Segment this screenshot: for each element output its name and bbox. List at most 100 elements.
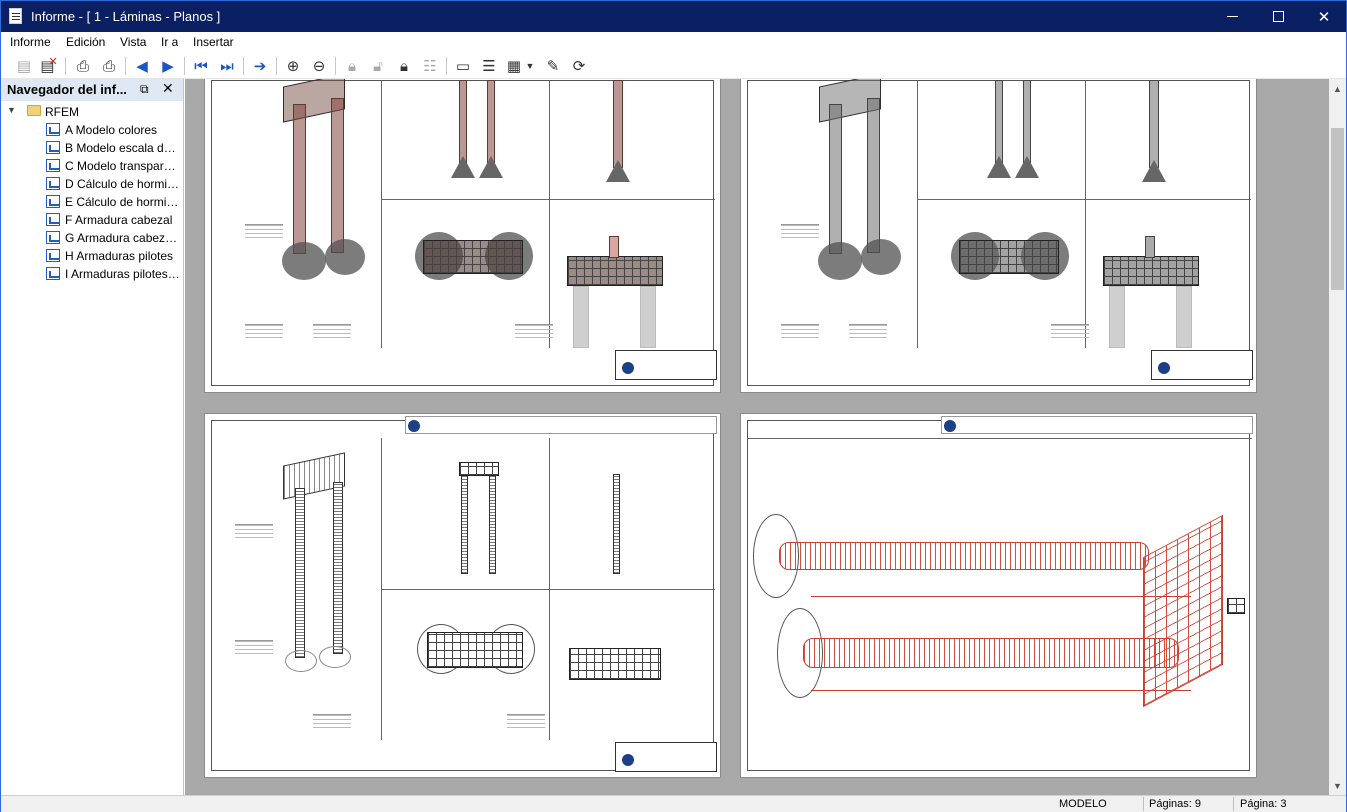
pile	[829, 104, 842, 254]
tree-item-h[interactable]: H Armaduras pilotes	[46, 247, 181, 265]
tree-root-rfem[interactable]: ▼ RFEM	[5, 103, 180, 121]
sheet-divider	[747, 438, 1252, 439]
scroll-thumb[interactable]	[1331, 128, 1344, 290]
annotation	[235, 524, 273, 538]
annotation	[235, 640, 273, 654]
sheet-icon	[46, 141, 60, 154]
annotation	[313, 714, 351, 728]
report-navigator: Navegador del inf... ⧉ ✕ ▼ RFEM A Modelo…	[1, 79, 184, 795]
pile-base	[325, 239, 365, 275]
go-to-icon[interactable]: ➔	[249, 55, 271, 77]
tree-item-f[interactable]: F Armadura cabezal	[46, 211, 181, 229]
pile-bell	[479, 156, 503, 178]
sheet-icon	[46, 267, 60, 280]
pile-base	[861, 239, 901, 275]
title-bar: Informe - [ 1 - Láminas - Planos ] ✕	[1, 1, 1346, 32]
header-icon[interactable]: ☰	[478, 55, 500, 77]
menu-ir-a[interactable]: Ir a	[161, 35, 178, 49]
template-icon[interactable]: ▦	[503, 55, 525, 77]
report-page-transparent[interactable]	[204, 413, 721, 778]
sheet-divider	[381, 589, 715, 590]
close-panel-icon[interactable]: ✕	[162, 80, 174, 97]
next-icon[interactable]: ▶	[157, 55, 179, 77]
selection-icon[interactable]: ☷	[419, 55, 441, 77]
menu-informe[interactable]: Informe	[10, 35, 51, 49]
collapse-caret-icon[interactable]: ▼	[7, 105, 16, 115]
pile-cap-plan	[427, 632, 523, 668]
report-page-grey[interactable]	[740, 79, 1257, 393]
menu-insertar[interactable]: Insertar	[193, 35, 234, 49]
last-page-icon[interactable]: ⏭	[216, 55, 238, 77]
pile-elevation	[489, 474, 496, 574]
sheet-icon	[46, 213, 60, 226]
close-button[interactable]: ✕	[1301, 1, 1347, 32]
status-mode: MODELO	[1059, 798, 1107, 810]
sheet-header	[405, 416, 717, 434]
annotation	[849, 324, 887, 338]
sheet-divider	[381, 80, 382, 348]
previous-icon[interactable]: ◀	[131, 55, 153, 77]
pile-base	[282, 242, 326, 280]
title-block	[615, 742, 717, 772]
report-page-rebar[interactable]	[740, 413, 1257, 778]
vertical-scrollbar[interactable]: ▲ ▼	[1329, 79, 1346, 795]
tree-item-d[interactable]: D Cálculo de hormigó...	[46, 175, 181, 193]
window-title: Informe - [ 1 - Láminas - Planos ]	[31, 9, 221, 24]
lock-all-icon[interactable]: 🔒︎	[393, 55, 415, 77]
title-block	[1151, 350, 1253, 380]
tree-item-g[interactable]: G Armadura cabezal ...	[46, 229, 181, 247]
tree-item-c[interactable]: C Modelo transparen...	[46, 157, 181, 175]
zoom-in-icon[interactable]: ⊕	[282, 55, 304, 77]
pile-section	[573, 286, 589, 348]
properties-icon[interactable]: ✎	[542, 55, 564, 77]
pile-bell	[1142, 160, 1166, 182]
page-setup-icon[interactable]: ▭	[452, 55, 474, 77]
print-setup-icon[interactable]: ⎙	[98, 55, 120, 77]
pile	[867, 98, 880, 253]
tree-item-i[interactable]: I Armaduras pilotes g...	[46, 265, 181, 283]
template-dropdown-icon[interactable]: ▼	[523, 55, 537, 77]
float-panel-icon[interactable]: ⧉	[140, 82, 149, 97]
maximize-button[interactable]	[1255, 1, 1301, 32]
sheet-icon	[46, 159, 60, 172]
report-preview[interactable]	[185, 79, 1329, 795]
pile	[295, 488, 305, 658]
sheet-icon	[46, 177, 60, 190]
pile-cap-section	[567, 256, 663, 286]
navigator-header: Navegador del inf... ⧉ ✕	[1, 79, 183, 101]
company-logo	[408, 420, 420, 432]
company-logo	[622, 362, 634, 374]
scroll-up-icon[interactable]: ▲	[1333, 84, 1342, 94]
report-page-colour[interactable]	[204, 79, 721, 393]
tree-item-b[interactable]: B Modelo escala de g...	[46, 139, 181, 157]
annotation	[781, 224, 819, 238]
sheet-icon	[46, 123, 60, 136]
annotation	[1051, 324, 1089, 338]
minimize-button[interactable]	[1209, 1, 1255, 32]
zoom-out-icon[interactable]: ⊖	[308, 55, 330, 77]
new-report-icon[interactable]: ▤	[13, 55, 35, 77]
tree-item-a[interactable]: A Modelo colores	[46, 121, 181, 139]
pile	[331, 98, 344, 253]
pile-cap-plan	[959, 240, 1059, 274]
pile-base	[319, 646, 351, 668]
refresh-icon[interactable]: ⟳	[568, 55, 590, 77]
first-page-icon[interactable]: ⏮	[190, 55, 212, 77]
unlock-icon[interactable]: 🔓︎	[367, 55, 389, 77]
tree-root-label: RFEM	[45, 105, 79, 119]
menu-vista[interactable]: Vista	[120, 35, 146, 49]
pile-section	[1176, 286, 1192, 348]
tree-item-e[interactable]: E Cálculo de hormigó...	[46, 193, 181, 211]
menu-edicion[interactable]: Edición	[66, 35, 105, 49]
rebar-dimension	[811, 690, 1191, 691]
pile-elevation	[461, 474, 468, 574]
sheet-header	[941, 416, 1253, 434]
navigator-title: Navegador del inf...	[7, 82, 127, 97]
lock-icon[interactable]: 🔒︎	[341, 55, 363, 77]
pile-elevation	[613, 474, 620, 574]
print-icon[interactable]: ⎙	[72, 55, 94, 77]
scroll-down-icon[interactable]: ▼	[1333, 781, 1342, 791]
delete-report-icon[interactable]: ▤ ✕	[38, 55, 60, 77]
rebar-cage-pile	[803, 638, 1179, 668]
sheet-icon	[46, 231, 60, 244]
